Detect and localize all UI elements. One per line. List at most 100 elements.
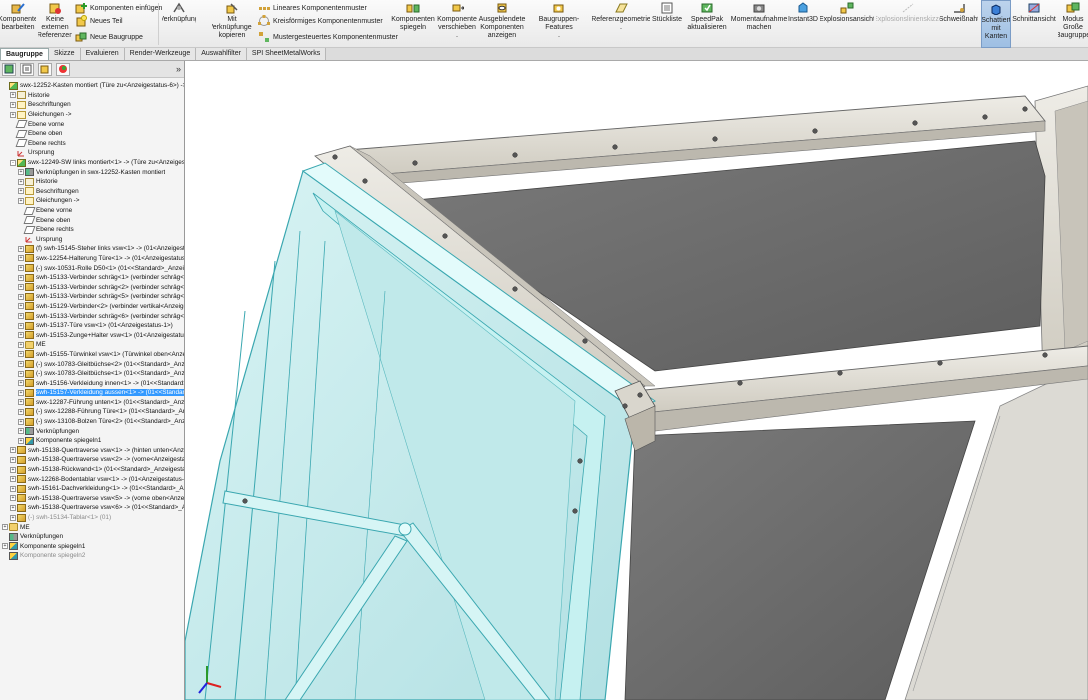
tree-item[interactable]: + swx-12254-Halterung Türe<1> -> (01<Anze… [0, 254, 184, 264]
tree-expander-icon[interactable]: + [10, 456, 16, 463]
tree-item[interactable]: + swh-15138-Quertraverse vsw<5> -> (vorne… [0, 494, 184, 504]
tab-spi-sheetmetalworks[interactable]: SPI SheetMetalWorks [246, 48, 327, 60]
baugruppen-features-dropdown[interactable]: - [558, 33, 560, 41]
tree-item[interactable]: + swh-15138-Rückwand<1> (01<<Standard>_An… [0, 465, 184, 475]
tree-item[interactable]: + Beschriftungen [0, 100, 184, 110]
speedpak-aktualisieren-button[interactable]: SpeedPak aktualisieren [685, 0, 729, 48]
tree-item[interactable]: + Komponente spiegeln1 [0, 436, 184, 446]
graphics-viewport[interactable] [185, 61, 1088, 700]
tree-item[interactable]: + (-) swx-10783-Gleitbüchse<2> (01<<Stand… [0, 359, 184, 369]
tree-item[interactable]: + swh-15153-Zunge+Halter vsw<1> (01<Anzei… [0, 330, 184, 340]
tree-item[interactable]: + (-) swx-12288-Führung Türe<1> (01<<Stan… [0, 407, 184, 417]
tree-item[interactable]: + swh-15155-Türwinkel vsw<1> (Türwinkel o… [0, 350, 184, 360]
tree-item[interactable]: + swh-15133-Verbinder schräg<5> (verbinde… [0, 292, 184, 302]
tree-expander-icon[interactable]: + [18, 418, 24, 425]
stueckliste-button[interactable]: Stückliste [652, 0, 682, 48]
tree-expander-icon[interactable]: + [18, 313, 24, 320]
momentaufnahme-machen-button[interactable]: Momentaufnahme machen [731, 0, 787, 48]
tree-item[interactable]: swx-12252-Kasten montiert (Türe zu<Anzei… [0, 81, 184, 91]
tree-expander-icon[interactable]: + [18, 197, 24, 204]
tree-item[interactable]: + Historie [0, 177, 184, 187]
panel-expand-icon[interactable]: » [176, 64, 181, 74]
tree-expander-icon[interactable]: + [18, 265, 24, 272]
ausgeblendete-komponenten-anzeigen-button[interactable]: Ausgeblendete Komponenten anzeigen [478, 0, 526, 48]
tree-item[interactable]: + swh-15133-Verbinder schräg<6> (verbinde… [0, 311, 184, 321]
tree-expander-icon[interactable]: + [18, 380, 24, 387]
tree-expander-icon[interactable]: + [18, 341, 24, 348]
tree-expander-icon[interactable]: + [18, 322, 24, 329]
tree-expander-icon[interactable]: + [10, 495, 16, 502]
tree-item[interactable]: + Komponente spiegeln1 [0, 542, 184, 552]
tab-render-werkzeuge[interactable]: Render-Werkzeuge [124, 48, 197, 60]
tree-item[interactable]: Ebene oben [0, 129, 184, 139]
komponente-verschieben-dropdown[interactable]: - [456, 33, 458, 41]
tree-expander-icon[interactable]: + [18, 361, 24, 368]
komponente-bearbeiten-button[interactable]: Komponente bearbeiten [0, 0, 36, 48]
tree-item[interactable]: + ME [0, 522, 184, 532]
tree-item[interactable]: + Gleichungen -> [0, 110, 184, 120]
explosionsansicht-button[interactable]: Explosionsansicht [820, 0, 874, 48]
tree-expander-icon[interactable]: + [10, 514, 16, 521]
tree-expander-icon[interactable]: + [18, 437, 24, 444]
keine-externen-referenzen-button[interactable]: Keine externen Referenzen [38, 0, 72, 48]
referenzgeometrie-button[interactable]: Referenzgeometrie - [592, 0, 650, 48]
tree-expander-icon[interactable]: + [10, 485, 16, 492]
tab-baugruppe[interactable]: Baugruppe [0, 48, 49, 60]
tree-item[interactable]: + swh-15138-Quertraverse vsw<2> -> (vorne… [0, 455, 184, 465]
feature-manager-tab-icon[interactable] [2, 62, 16, 76]
mit-verknuepfungen-kopieren-button[interactable]: Mit Verknüpfungen kopieren [212, 0, 252, 48]
neues-teil-button[interactable]: Neues Teil [75, 13, 123, 29]
tree-item[interactable]: - swx-12249-SW links montiert<1> -> (Türe… [0, 158, 184, 168]
explosionslinienskizze-button[interactable]: Explosionslinienskizze [876, 0, 940, 48]
tab-skizze[interactable]: Skizze [48, 48, 81, 60]
komponente-verschieben-button[interactable]: Komponente verschieben - [437, 0, 477, 48]
referenzgeometrie-dropdown[interactable]: - [620, 25, 622, 33]
tree-item[interactable]: Komponente spiegeln2 [0, 551, 184, 561]
schnittansicht-button[interactable]: Schnittansicht [1012, 0, 1056, 48]
tree-item[interactable]: Ebene vorne [0, 206, 184, 216]
tree-item[interactable]: + swh-15133-Verbinder schräg<2> (verbinde… [0, 282, 184, 292]
tree-item[interactable]: + (-) swx-10531-Rolle D50<1> (01<<Standar… [0, 263, 184, 273]
tree-expander-icon[interactable]: + [18, 245, 24, 252]
tree-item[interactable]: Ebene rechts [0, 139, 184, 149]
tree-item[interactable]: + swx-12268-Bodentablar vsw<1> -> (01<Anz… [0, 474, 184, 484]
tree-expander-icon[interactable]: + [18, 399, 24, 406]
tree-item[interactable]: + swx-12287-Führung unten<1> (01<<Standar… [0, 398, 184, 408]
baugruppen-features-button[interactable]: Baugruppen-Features - [528, 0, 590, 48]
tree-expander-icon[interactable]: - [10, 159, 16, 166]
tree-item[interactable]: Verknüpfungen [0, 532, 184, 542]
tree-item[interactable]: + swh-15138-Quertraverse vsw<1> -> (hinte… [0, 446, 184, 456]
tree-item[interactable]: + swh-15133-Verbinder schräg<1> (verbinde… [0, 273, 184, 283]
tree-expander-icon[interactable]: + [10, 476, 16, 483]
tree-item[interactable]: + (f) swh-15145-Steher links vsw<1> -> (0… [0, 244, 184, 254]
tree-item[interactable]: Ursprung [0, 148, 184, 158]
tree-expander-icon[interactable]: + [2, 524, 8, 531]
tree-expander-icon[interactable]: + [10, 504, 16, 511]
tree-expander-icon[interactable]: + [18, 284, 24, 291]
verknuepfung-button[interactable]: Verknüpfung [162, 0, 196, 48]
tree-expander-icon[interactable]: + [18, 303, 24, 310]
tree-expander-icon[interactable]: + [10, 447, 16, 454]
instant3d-button[interactable]: Instant3D [788, 0, 818, 48]
tree-item[interactable]: Ebene rechts [0, 225, 184, 235]
configuration-manager-tab-icon[interactable] [38, 62, 52, 76]
tree-item[interactable]: + swh-15161-Dachverkleidung<1> -> (01<<St… [0, 484, 184, 494]
tree-item[interactable]: + swh-15138-Quertraverse vsw<6> -> (01<<S… [0, 503, 184, 513]
tab-auswahlfilter[interactable]: Auswahlfilter [196, 48, 247, 60]
tree-expander-icon[interactable]: + [18, 274, 24, 281]
tree-item-selected[interactable]: + swh-15157-Verkleidung aussen<1> -> (01<… [0, 388, 184, 398]
tree-item[interactable]: Ebene oben [0, 215, 184, 225]
tree-item[interactable]: + Beschriftungen [0, 187, 184, 197]
tree-item[interactable]: + Verknüpfungen in swx-12252-Kasten monti… [0, 167, 184, 177]
tree-expander-icon[interactable]: + [18, 188, 24, 195]
tree-item[interactable]: + Gleichungen -> [0, 196, 184, 206]
tree-item[interactable]: + (-) swx-10783-Gleitbüchse<1> (01<<Stand… [0, 369, 184, 379]
tab-evaluieren[interactable]: Evaluieren [80, 48, 125, 60]
komponenten-spiegeln-button[interactable]: Komponenten spiegeln [390, 0, 436, 48]
tree-expander-icon[interactable]: + [18, 428, 24, 435]
tree-item[interactable]: + swh-15129-Verbinder<2> (verbinder verti… [0, 302, 184, 312]
tree-item[interactable]: Ursprung [0, 235, 184, 245]
tree-item[interactable]: + swh-15156-Verkleidung innen<1> -> (01<<… [0, 378, 184, 388]
tree-expander-icon[interactable]: + [18, 255, 24, 262]
tree-expander-icon[interactable]: + [2, 543, 8, 550]
